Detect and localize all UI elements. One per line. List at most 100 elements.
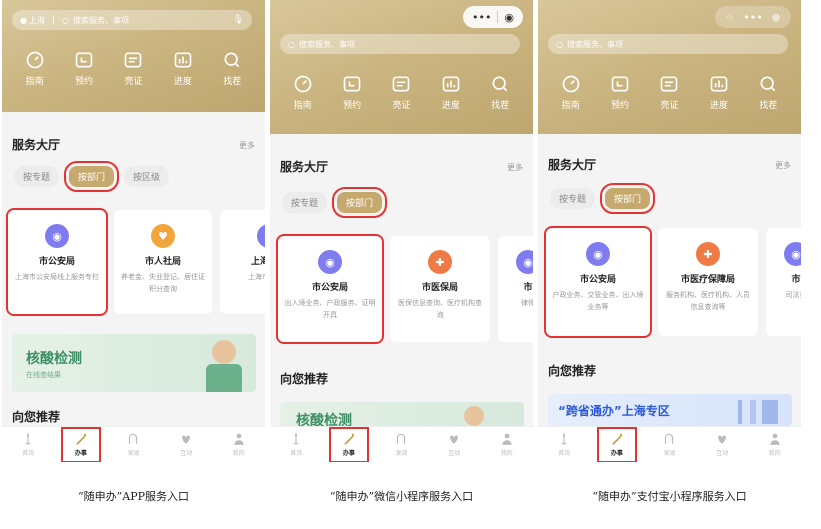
quick-action-find[interactable]: 找茬 (746, 74, 790, 111)
education-icon: ◉ (257, 224, 265, 248)
section-title-recommend: 向您推荐 (548, 364, 597, 378)
nav-home[interactable]: 首页 (546, 432, 582, 457)
quick-action-appointment[interactable]: 预约 (598, 74, 642, 111)
nucleic-test-banner[interactable]: 核酸检测 在线查结果 (12, 334, 256, 392)
nav-discover[interactable]: 发现 (651, 432, 687, 457)
nav-interact[interactable]: 互动 (168, 432, 204, 457)
quick-action-progress[interactable]: 进度 (161, 50, 205, 87)
bottom-nav: 首页 办事 发现 互动 我的 (538, 426, 801, 462)
tab-by-topic[interactable]: 按专题 (550, 188, 596, 209)
search-bar[interactable]: ● 上海 ○ 搜索服务、事项 🎙 (12, 10, 252, 30)
skyline-illustration (738, 400, 778, 424)
quick-action-certificate[interactable]: 亮证 (111, 50, 155, 87)
department-cards: ◉ 市公安局 出入境业务、户政服务、证明开具 ✚ 市医保局 医保信息查询、医疗机… (276, 234, 533, 344)
nav-profile[interactable]: 我的 (221, 432, 257, 457)
section-title-service-hall: 服务大厅 (280, 160, 329, 174)
brush-icon (342, 432, 356, 446)
law-icon: ◉ (784, 242, 801, 266)
search-placeholder: 搜索服务、事项 (566, 39, 623, 49)
card-public-security[interactable]: ◉ 市公安局 出入境业务、户政服务、证明开具 (276, 234, 384, 344)
more-link[interactable]: 更多 (507, 162, 523, 173)
miniprogram-capsule[interactable]: ••• ◉ (463, 6, 523, 28)
quick-action-progress[interactable]: 进度 (429, 74, 473, 111)
find-icon (758, 74, 778, 94)
cross-province-banner[interactable]: “跨省通办”上海专区 (548, 394, 792, 426)
card-justice[interactable]: ◉ 市 司法类 (766, 228, 801, 336)
location-selector[interactable]: ● 上海 (20, 15, 45, 26)
progress-icon (709, 74, 729, 94)
interact-icon (179, 432, 193, 446)
grid-icon[interactable]: ⁘ (725, 11, 734, 24)
close-circle-icon[interactable]: ◉ (504, 11, 514, 24)
tab-by-topic[interactable]: 按专题 (282, 192, 328, 213)
quick-action-progress[interactable]: 进度 (697, 74, 741, 111)
department-cards: ◉ 市公安局 户政业务、交管业务、出入境业务等 ✚ 市医疗保障局 服务机构、医疗… (544, 226, 801, 338)
nav-discover[interactable]: 发现 (383, 432, 419, 457)
card-medical-insurance[interactable]: ✚ 市医保局 医保信息查询、医疗机构查询 (390, 236, 490, 342)
tab-by-department[interactable]: 按部门 (64, 161, 120, 192)
police-icon: ◉ (45, 224, 69, 248)
guide-icon (25, 50, 45, 70)
card-justice[interactable]: ◉ 市 律师 (498, 236, 533, 342)
caption-wechat: “随申办”微信小程序服务入口 (329, 490, 474, 503)
user-icon (232, 432, 246, 446)
quick-action-certificate[interactable]: 亮证 (647, 74, 691, 111)
tab-by-department[interactable]: 按部门 (332, 187, 388, 218)
bottom-nav: 首页 办事 发现 互动 我的 (2, 426, 265, 462)
tab-by-topic[interactable]: 按专题 (14, 166, 60, 187)
card-human-resources[interactable]: ♥ 市人社局 养老金、失业登记、居住证积分查询 (114, 210, 212, 314)
search-icon: ○ (288, 39, 295, 49)
department-cards: ◉ 市公安局 上海市公安局线上服务专栏 ♥ 市人社局 养老金、失业登记、居住证积… (6, 208, 265, 316)
quick-action-appointment[interactable]: 预约 (330, 74, 374, 111)
nav-services[interactable]: 办事 (596, 426, 637, 462)
medical-icon: ✚ (428, 250, 452, 274)
nav-services[interactable]: 办事 (60, 426, 101, 462)
nav-profile[interactable]: 我的 (757, 432, 793, 457)
miniprogram-capsule[interactable]: ⁘ ••• ⊗ (715, 6, 791, 28)
tab-by-district[interactable]: 按区级 (124, 166, 170, 187)
card-education[interactable]: ◉ 上海市教 上海市教育局 (220, 210, 265, 314)
quick-action-find[interactable]: 找茬 (210, 50, 254, 87)
quick-action-guide[interactable]: 指南 (13, 50, 57, 87)
quick-action-find[interactable]: 找茬 (478, 74, 522, 111)
nav-profile[interactable]: 我的 (489, 432, 525, 457)
card-public-security[interactable]: ◉ 市公安局 上海市公安局线上服务专栏 (6, 208, 108, 316)
caption-app: “随申办”APP服务入口 (78, 490, 189, 503)
tab-bar: 按专题 按部门 (282, 187, 388, 218)
search-placeholder: 搜索服务、事项 (72, 15, 129, 25)
quick-action-appointment[interactable]: 预约 (62, 50, 106, 87)
more-link[interactable]: 更多 (775, 160, 791, 171)
quick-action-guide[interactable]: 指南 (549, 74, 593, 111)
nav-interact[interactable]: 互动 (704, 432, 740, 457)
card-public-security[interactable]: ◉ 市公安局 户政业务、交管业务、出入境业务等 (544, 226, 652, 338)
microphone-icon[interactable]: 🎙 (233, 15, 244, 25)
progress-icon (441, 74, 461, 94)
nav-discover[interactable]: 发现 (115, 432, 151, 457)
certificate-icon (659, 74, 679, 94)
discover-icon (126, 432, 140, 446)
more-dots-icon[interactable]: ••• (743, 11, 762, 24)
nav-home[interactable]: 首页 (10, 432, 46, 457)
guide-icon (561, 74, 581, 94)
section-title-service-hall: 服务大厅 (548, 158, 597, 172)
search-bar[interactable]: ○ 搜索服务、事项 (280, 34, 520, 54)
more-dots-icon[interactable]: ••• (472, 11, 491, 24)
police-icon: ◉ (586, 242, 610, 266)
quick-action-guide[interactable]: 指南 (281, 74, 325, 111)
search-placeholder: 搜索服务、事项 (298, 39, 355, 49)
section-title-service-hall: 服务大厅 (12, 138, 61, 152)
user-icon (768, 432, 782, 446)
find-icon (490, 74, 510, 94)
brush-icon (610, 432, 624, 446)
close-icon[interactable]: ⊗ (771, 11, 780, 24)
alipay-screen: ⁘ ••• ⊗ ○ 搜索服务、事项 指南 预约 亮证 进度 找茬 服务大厅 更多… (538, 0, 801, 462)
more-link[interactable]: 更多 (239, 140, 255, 151)
nav-home[interactable]: 首页 (278, 432, 314, 457)
discover-icon (662, 432, 676, 446)
card-medical-security[interactable]: ✚ 市医疗保障局 服务机构、医疗机构、人员信息查询等 (658, 228, 758, 336)
nav-services[interactable]: 办事 (328, 426, 369, 462)
nav-interact[interactable]: 互动 (436, 432, 472, 457)
tab-by-department[interactable]: 按部门 (600, 183, 656, 214)
quick-action-certificate[interactable]: 亮证 (379, 74, 423, 111)
search-bar[interactable]: ○ 搜索服务、事项 (548, 34, 788, 54)
